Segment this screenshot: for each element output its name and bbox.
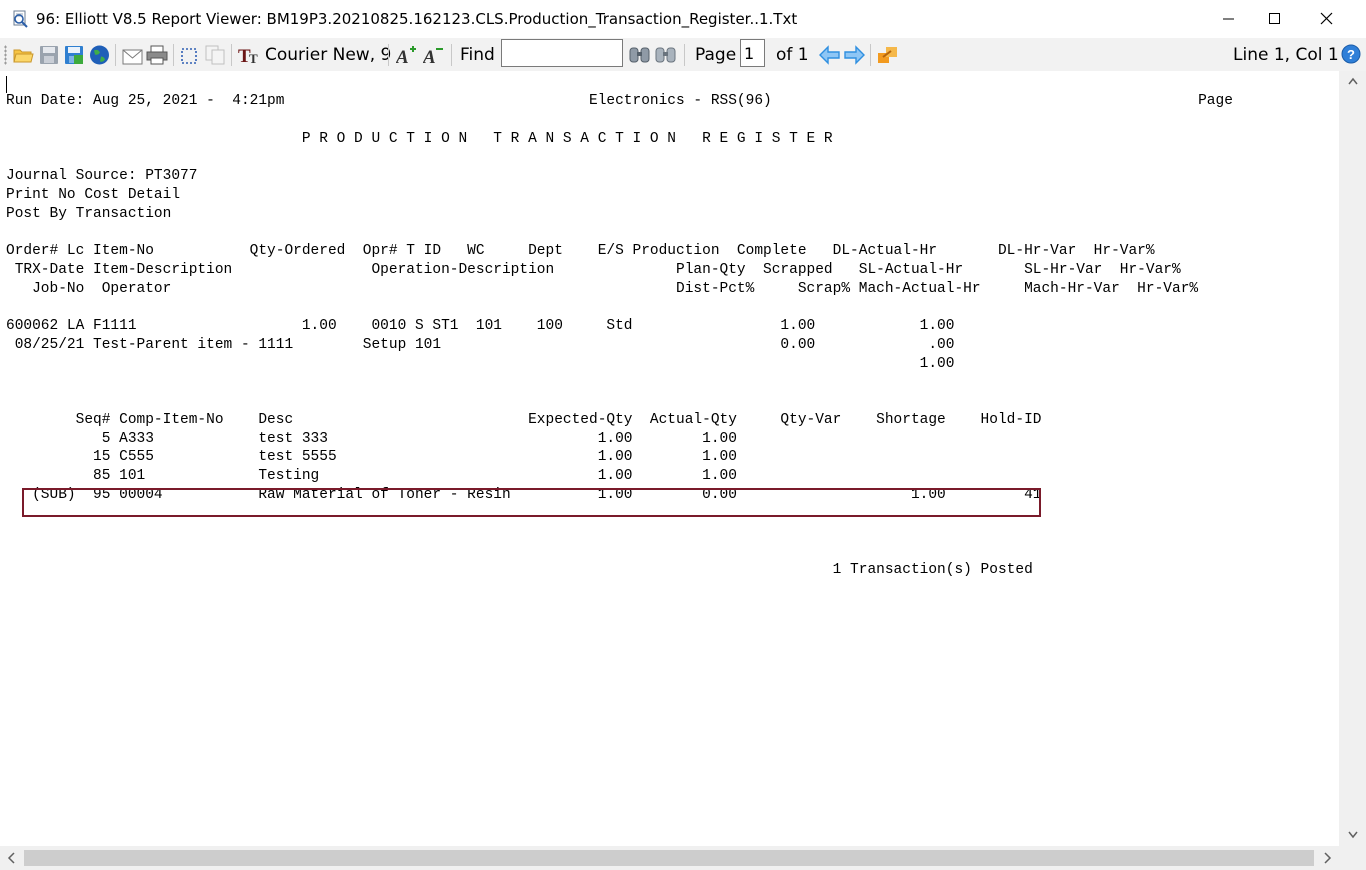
toolbar-separator [451,44,452,66]
scroll-right-icon[interactable] [1324,852,1332,864]
report-line: Print No Cost Detail [6,186,181,203]
close-button[interactable] [1304,0,1350,38]
toolbar-separator [231,44,232,66]
toolbar-grip[interactable] [4,45,7,65]
page-count-label: of 1 [776,45,809,65]
select-all-icon[interactable] [180,45,198,67]
maximize-icon [1269,13,1280,24]
font-name-label[interactable]: Courier New, 9 [265,45,391,65]
font-grow-icon[interactable]: A [396,44,418,66]
print-icon[interactable] [146,44,168,66]
report-line: 15 C555 test 5555 1.00 1.00 [6,449,737,466]
report-text-area[interactable]: Run Date: Aug 25, 2021 - 4:21pm Electron… [0,71,1339,846]
arrow-left-icon[interactable] [819,44,841,66]
report-line: Job-No Operator Dist-Pct% Scrap% Mach-Ac… [6,280,1199,297]
report-line: Order# Lc Item-No Qty-Ordered Opr# T ID … [6,243,1155,259]
help-icon[interactable]: ? [1341,44,1361,64]
cursor-position-status: Line 1, Col 1 [1233,45,1339,65]
toolbar-separator [684,44,685,66]
save-icon[interactable] [39,44,59,66]
report-line: 1 Transaction(s) Posted [6,561,1033,578]
export-icon[interactable] [877,44,899,66]
report-line: P R O D U C T I O N T R A N S A C T I O … [6,130,833,147]
highlight-box [22,488,1041,517]
vertical-scrollbar[interactable] [1339,71,1366,846]
save-as-icon[interactable] [64,44,84,66]
page-label: Page [695,45,737,65]
font-shrink-icon[interactable]: A [423,44,445,66]
svg-text:A: A [396,47,409,66]
minimize-icon [1223,18,1234,20]
scroll-left-icon[interactable] [7,852,15,864]
report-viewer-icon [13,10,28,28]
folder-open-icon[interactable] [13,44,35,66]
svg-text:?: ? [1347,47,1355,62]
font-icon[interactable]: T T [238,44,262,66]
scrollbar-corner [1339,846,1366,870]
binoculars-icon[interactable] [628,44,652,66]
page-number-input[interactable] [740,39,765,67]
report-line: 5 A333 test 333 1.00 1.00 [6,430,737,447]
find-input[interactable] [501,39,623,67]
binoculars-back-icon[interactable] [654,44,678,66]
svg-text:T: T [249,51,258,66]
window-title: 96: Elliott V8.5 Report Viewer: BM19P3.2… [36,10,798,28]
scroll-up-icon[interactable] [1348,77,1358,85]
find-label: Find [460,45,495,65]
report-line: Seq# Comp-Item-No Desc Expected-Qty Actu… [6,411,1042,428]
copy-icon[interactable] [205,44,225,66]
toolbar-separator [115,44,116,66]
globe-icon[interactable] [89,44,110,66]
report-line: Run Date: Aug 25, 2021 - 4:21pm Electron… [6,93,1233,109]
toolbar-separator [388,44,389,66]
svg-text:A: A [423,47,436,66]
report-line: 1.00 [6,355,955,372]
report-line: Journal Source: PT3077 [6,168,198,184]
close-icon [1320,12,1333,25]
report-line: 600062 LA F1111 1.00 0010 S ST1 101 100 … [6,318,955,334]
email-icon[interactable] [122,46,143,68]
title-bar: 96: Elliott V8.5 Report Viewer: BM19P3.2… [0,0,1366,38]
toolbar-separator [173,44,174,66]
horizontal-scroll-thumb[interactable] [24,850,1314,866]
text-caret [6,76,7,93]
report-line: 08/25/21 Test-Parent item - 1111 Setup 1… [6,336,955,353]
minimize-button[interactable] [1206,0,1252,38]
report-line: Post By Transaction [6,205,172,222]
arrow-right-icon[interactable] [843,44,865,66]
toolbar-separator [870,44,871,66]
scroll-down-icon[interactable] [1348,831,1358,839]
report-line: 85 101 Testing 1.00 1.00 [6,468,737,484]
report-line: TRX-Date Item-Description Operation-Desc… [6,261,1181,278]
maximize-button[interactable] [1252,0,1298,38]
